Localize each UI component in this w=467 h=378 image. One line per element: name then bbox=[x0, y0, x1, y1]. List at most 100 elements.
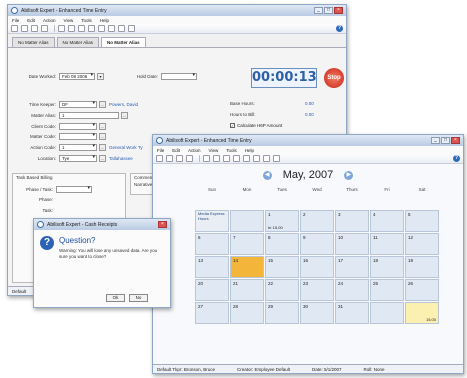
help-icon[interactable]: ? bbox=[336, 25, 343, 32]
cal-menu-help[interactable]: Help bbox=[245, 148, 254, 153]
cal-spell-icon[interactable] bbox=[243, 155, 250, 162]
matter-alias-field[interactable]: 1 bbox=[59, 112, 119, 119]
date-worked-field[interactable]: Feb 08 2006 bbox=[59, 73, 95, 80]
timer-icon[interactable] bbox=[118, 25, 125, 32]
undo-icon[interactable] bbox=[78, 25, 85, 32]
cal-menu-view[interactable]: View bbox=[209, 148, 219, 153]
cal-print-icon[interactable] bbox=[186, 155, 193, 162]
location-field[interactable]: Tye bbox=[59, 155, 97, 162]
calendar-day-cell[interactable]: 12 bbox=[405, 233, 439, 255]
cal-delete-icon[interactable] bbox=[213, 155, 220, 162]
calendar-day-cell[interactable]: 7 bbox=[230, 233, 264, 255]
open-icon[interactable] bbox=[21, 25, 28, 32]
main-titlebar[interactable]: Abilisoft Expert - Enhanced Time Entry _… bbox=[8, 5, 346, 16]
calendar-day-cell[interactable]: Media Express Hours bbox=[195, 210, 229, 232]
calendar-day-cell[interactable]: 8 bbox=[265, 233, 299, 255]
dialog-ok-button[interactable]: Ok bbox=[106, 294, 125, 302]
minimize-button[interactable]: _ bbox=[314, 7, 323, 14]
calendar-day-cell[interactable]: 14 bbox=[230, 256, 264, 278]
cal-new-icon[interactable] bbox=[156, 155, 163, 162]
cal-calendar-icon[interactable] bbox=[253, 155, 260, 162]
close-button[interactable]: × bbox=[334, 7, 343, 14]
location-description[interactable]: Tallahassee bbox=[109, 156, 133, 161]
spell-icon[interactable] bbox=[98, 25, 105, 32]
calendar-day-cell[interactable]: 1 hr 15.00 bbox=[265, 210, 299, 232]
menu-action[interactable]: Action bbox=[43, 18, 56, 23]
action-code-description[interactable]: General Work Ty bbox=[109, 145, 143, 150]
cal-undo-icon[interactable] bbox=[223, 155, 230, 162]
calendar-day-cell[interactable]: 16 bbox=[300, 256, 334, 278]
calendar-day-cell[interactable]: 18 bbox=[370, 256, 404, 278]
tab-matter-2[interactable]: No Matter Alias bbox=[56, 37, 100, 47]
find-icon[interactable] bbox=[88, 25, 95, 32]
client-code-lookup-button[interactable]: … bbox=[99, 123, 106, 130]
calendar-day-cell[interactable]: 26 bbox=[405, 279, 439, 301]
cal-open-icon[interactable] bbox=[166, 155, 173, 162]
cal-menu-action[interactable]: Action bbox=[188, 148, 201, 153]
menu-edit[interactable]: Edit bbox=[27, 18, 35, 23]
menu-view[interactable]: View bbox=[64, 18, 74, 23]
matter-code-field[interactable] bbox=[59, 133, 97, 140]
cal-menu-edit[interactable]: Edit bbox=[172, 148, 180, 153]
calendar-day-cell[interactable] bbox=[370, 302, 404, 324]
phase-task-field[interactable] bbox=[56, 186, 92, 193]
action-code-lookup-button[interactable]: … bbox=[99, 144, 106, 151]
location-lookup-button[interactable]: … bbox=[99, 155, 106, 162]
calendar-day-cell[interactable]: 28 bbox=[230, 302, 264, 324]
calendar-day-cell[interactable]: 30 bbox=[300, 302, 334, 324]
calendar-icon[interactable] bbox=[108, 25, 115, 32]
calendar-day-cell[interactable]: 11 bbox=[370, 233, 404, 255]
cal-menu-tools[interactable]: Tools bbox=[226, 148, 237, 153]
menu-help[interactable]: Help bbox=[100, 18, 109, 23]
calendar-minimize-button[interactable]: _ bbox=[431, 137, 440, 144]
calendar-day-cell[interactable]: 17 bbox=[335, 256, 369, 278]
calendar-day-cell[interactable]: 10 bbox=[335, 233, 369, 255]
dialog-titlebar[interactable]: Abilisoft Expert - Cash Receipts × bbox=[34, 219, 170, 230]
calendar-day-cell[interactable]: 6 bbox=[195, 233, 229, 255]
maximize-button[interactable]: □ bbox=[324, 7, 333, 14]
cal-find-icon[interactable] bbox=[233, 155, 240, 162]
time-keeper-lookup-button[interactable]: … bbox=[99, 101, 106, 108]
calendar-titlebar[interactable]: Abilisoft Expert - Enhanced Time Entry _… bbox=[153, 135, 463, 146]
save-icon[interactable] bbox=[31, 25, 38, 32]
new-icon[interactable] bbox=[11, 25, 18, 32]
delete-icon[interactable] bbox=[68, 25, 75, 32]
menu-tools[interactable]: Tools bbox=[81, 18, 92, 23]
date-picker-button[interactable]: ▾ bbox=[97, 73, 104, 80]
dialog-no-button[interactable]: No bbox=[129, 294, 148, 302]
calendar-day-cell[interactable]: 20 bbox=[195, 279, 229, 301]
calendar-day-cell[interactable]: 2 bbox=[300, 210, 334, 232]
next-month-icon[interactable]: ▶ bbox=[344, 170, 354, 180]
cal-refresh-icon[interactable] bbox=[203, 155, 210, 162]
calendar-day-cell[interactable]: 15.00 bbox=[405, 302, 439, 324]
calendar-day-cell[interactable]: 23 bbox=[300, 279, 334, 301]
calendar-close-button[interactable]: × bbox=[451, 137, 460, 144]
calendar-day-cell[interactable]: 3 bbox=[335, 210, 369, 232]
matter-code-lookup-button[interactable]: … bbox=[99, 133, 106, 140]
cal-report-icon[interactable] bbox=[273, 155, 280, 162]
time-keeper-name[interactable]: Powers, David bbox=[109, 102, 138, 107]
calendar-maximize-button[interactable]: □ bbox=[441, 137, 450, 144]
calendar-day-cell[interactable]: 9 bbox=[300, 233, 334, 255]
calendar-day-cell[interactable]: 5 bbox=[405, 210, 439, 232]
calendar-day-cell[interactable]: 24 bbox=[335, 279, 369, 301]
calendar-day-cell[interactable]: 13 bbox=[195, 256, 229, 278]
report-icon[interactable] bbox=[128, 25, 135, 32]
calendar-day-cell[interactable]: 27 bbox=[195, 302, 229, 324]
cal-help-icon[interactable]: ? bbox=[453, 155, 460, 162]
refresh-icon[interactable] bbox=[58, 25, 65, 32]
dialog-close-button[interactable]: × bbox=[158, 221, 167, 228]
cal-save-icon[interactable] bbox=[176, 155, 183, 162]
calendar-day-cell[interactable]: 15 bbox=[265, 256, 299, 278]
calendar-day-cell[interactable]: 25 bbox=[370, 279, 404, 301]
calculate-amount-checkbox[interactable]: ✓ bbox=[230, 123, 235, 128]
tab-matter-3[interactable]: No Matter Alias bbox=[101, 37, 146, 47]
calendar-day-cell[interactable]: 29 bbox=[265, 302, 299, 324]
prev-month-icon[interactable]: ◀ bbox=[262, 170, 272, 180]
client-code-field[interactable] bbox=[59, 123, 97, 130]
tab-matter-1[interactable]: No Matter Alias bbox=[12, 37, 55, 47]
hold-date-field[interactable] bbox=[161, 73, 197, 80]
action-code-field[interactable]: 1 bbox=[59, 144, 97, 151]
cal-timer-icon[interactable] bbox=[263, 155, 270, 162]
matter-alias-lookup-button[interactable]: … bbox=[121, 112, 128, 119]
